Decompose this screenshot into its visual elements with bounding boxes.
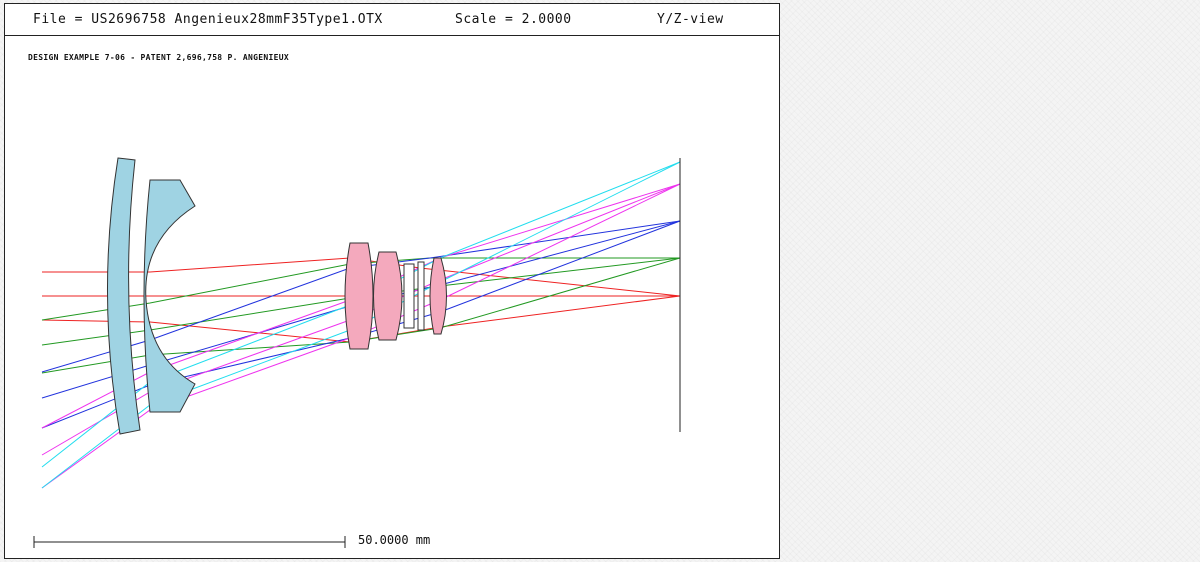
lens-element-4: [373, 251, 403, 341]
scale-bar-label: 50.0000 mm: [358, 533, 431, 547]
scale-bar: [33, 536, 346, 548]
lens-element-6: [417, 261, 425, 331]
lens-layout-drawing: [33, 157, 681, 548]
lens-element-3: [344, 242, 374, 350]
lens-element-5: [403, 263, 415, 329]
lens-element-7: [429, 257, 447, 335]
